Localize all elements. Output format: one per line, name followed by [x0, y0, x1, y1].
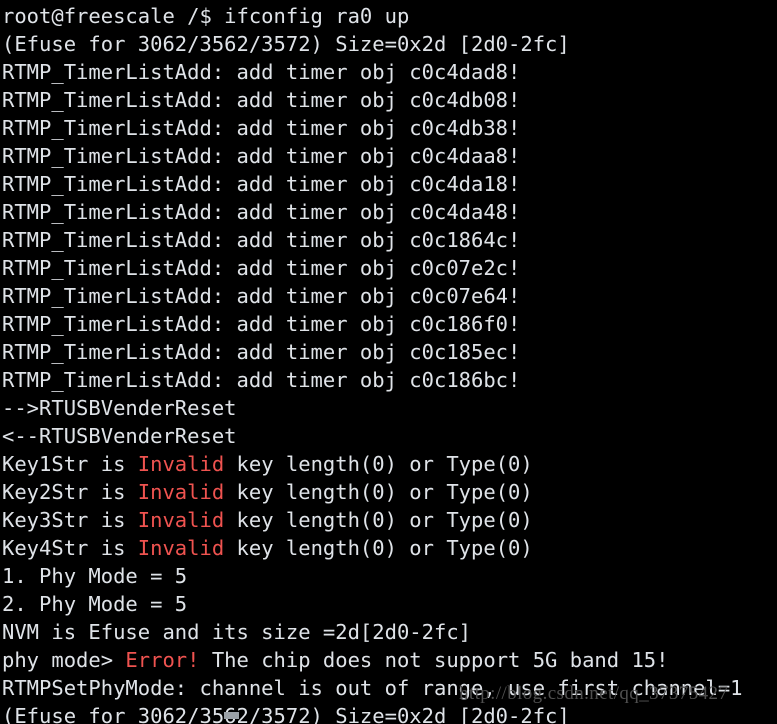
terminal-line: Key3Str is Invalid key length(0) or Type…	[2, 506, 777, 534]
terminal-text: (Efuse for 3062/3562/3572) Size=0x2d [2d…	[2, 704, 570, 724]
terminal-text: root@freescale /$ ifconfig ra0 up	[2, 4, 410, 28]
terminal-line: RTMP_TimerListAdd: add timer obj c0c4da4…	[2, 198, 777, 226]
terminal-line: phy mode> Error! The chip does not suppo…	[2, 646, 777, 674]
terminal-text: key length(0) or Type(0)	[224, 480, 533, 504]
terminal-text: NVM is Efuse and its size =2d[2d0-2fc]	[2, 620, 471, 644]
terminal-cursor	[224, 712, 239, 719]
terminal-window[interactable]: root@freescale /$ ifconfig ra0 up (Efuse …	[0, 0, 777, 724]
terminal-line: Key2Str is Invalid key length(0) or Type…	[2, 478, 777, 506]
terminal-line: 1. Phy Mode = 5	[2, 562, 777, 590]
terminal-line: (Efuse for 3062/3562/3572) Size=0x2d [2d…	[2, 702, 777, 724]
terminal-text: Key3Str is	[2, 508, 138, 532]
terminal-text: The chip does not support 5G band 15!	[199, 648, 669, 672]
terminal-line: RTMP_TimerListAdd: add timer obj c0c4daa…	[2, 142, 777, 170]
terminal-text: Key2Str is	[2, 480, 138, 504]
terminal-output: root@freescale /$ ifconfig ra0 up (Efuse …	[0, 0, 777, 724]
terminal-error-text: Invalid	[137, 480, 225, 504]
terminal-text: RTMP_TimerListAdd: add timer obj c0c4db3…	[2, 116, 521, 140]
terminal-line: Key1Str is Invalid key length(0) or Type…	[2, 450, 777, 478]
terminal-line: (Efuse for 3062/3562/3572) Size=0x2d [2d…	[2, 30, 777, 58]
terminal-text: phy mode>	[2, 648, 126, 672]
terminal-text: 2. Phy Mode = 5	[2, 592, 188, 616]
terminal-text: RTMP_TimerListAdd: add timer obj c0c4daa…	[2, 144, 521, 168]
terminal-text: (Efuse for 3062/3562/3572) Size=0x2d [2d…	[2, 32, 570, 56]
terminal-text: RTMP_TimerListAdd: add timer obj c0c4db0…	[2, 88, 521, 112]
terminal-text: RTMP_TimerListAdd: add timer obj c0c07e6…	[2, 284, 521, 308]
terminal-text: Key4Str is	[2, 536, 138, 560]
terminal-line: Key4Str is Invalid key length(0) or Type…	[2, 534, 777, 562]
terminal-text: RTMP_TimerListAdd: add timer obj c0c186b…	[2, 368, 521, 392]
terminal-line: RTMP_TimerListAdd: add timer obj c0c4dad…	[2, 58, 777, 86]
terminal-text: RTMP_TimerListAdd: add timer obj c0c4da4…	[2, 200, 521, 224]
terminal-text: RTMP_TimerListAdd: add timer obj c0c1864…	[2, 228, 521, 252]
terminal-error-text: Error!	[125, 648, 200, 672]
terminal-line: RTMP_TimerListAdd: add timer obj c0c1864…	[2, 226, 777, 254]
terminal-line: RTMP_TimerListAdd: add timer obj c0c4db3…	[2, 114, 777, 142]
terminal-line: root@freescale /$ ifconfig ra0 up	[2, 2, 777, 30]
terminal-error-text: Invalid	[137, 452, 225, 476]
terminal-line: <--RTUSBVenderReset	[2, 422, 777, 450]
terminal-text: RTMPSetPhyMode: channel is out of range,…	[2, 676, 743, 700]
terminal-text: RTMP_TimerListAdd: add timer obj c0c185e…	[2, 340, 521, 364]
terminal-error-text: Invalid	[137, 508, 225, 532]
terminal-text: RTMP_TimerListAdd: add timer obj c0c07e2…	[2, 256, 521, 280]
terminal-text: RTMP_TimerListAdd: add timer obj c0c186f…	[2, 312, 521, 336]
terminal-line: RTMP_TimerListAdd: add timer obj c0c186f…	[2, 310, 777, 338]
terminal-line: RTMPSetPhyMode: channel is out of range,…	[2, 674, 777, 702]
terminal-line: NVM is Efuse and its size =2d[2d0-2fc]	[2, 618, 777, 646]
terminal-line: RTMP_TimerListAdd: add timer obj c0c07e6…	[2, 282, 777, 310]
terminal-line: RTMP_TimerListAdd: add timer obj c0c07e2…	[2, 254, 777, 282]
terminal-text: Key1Str is	[2, 452, 138, 476]
terminal-error-text: Invalid	[137, 536, 225, 560]
terminal-line: RTMP_TimerListAdd: add timer obj c0c4db0…	[2, 86, 777, 114]
terminal-text: <--RTUSBVenderReset	[2, 424, 237, 448]
terminal-text: RTMP_TimerListAdd: add timer obj c0c4da1…	[2, 172, 521, 196]
terminal-text: key length(0) or Type(0)	[224, 452, 533, 476]
terminal-line: RTMP_TimerListAdd: add timer obj c0c186b…	[2, 366, 777, 394]
terminal-line: -->RTUSBVenderReset	[2, 394, 777, 422]
terminal-line: RTMP_TimerListAdd: add timer obj c0c4da1…	[2, 170, 777, 198]
terminal-text: key length(0) or Type(0)	[224, 508, 533, 532]
terminal-text: RTMP_TimerListAdd: add timer obj c0c4dad…	[2, 60, 521, 84]
terminal-text: key length(0) or Type(0)	[224, 536, 533, 560]
terminal-line: 2. Phy Mode = 5	[2, 590, 777, 618]
terminal-line: RTMP_TimerListAdd: add timer obj c0c185e…	[2, 338, 777, 366]
terminal-text: -->RTUSBVenderReset	[2, 396, 237, 420]
terminal-text: 1. Phy Mode = 5	[2, 564, 188, 588]
